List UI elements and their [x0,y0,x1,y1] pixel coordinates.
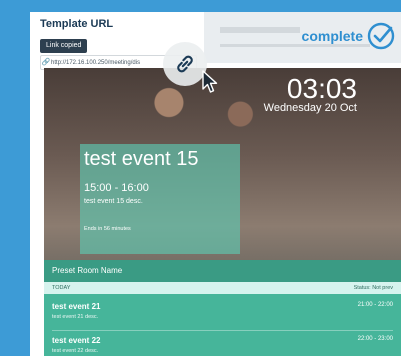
mouse-cursor-icon [202,70,218,93]
link-copied-badge: Link copied [40,39,88,53]
template-url-text: http://172.16.100.250/meeting/dis [51,60,141,66]
link-icon [177,55,193,73]
today-bar: TODAY Status: Not prev [44,282,401,294]
current-event-title: test event 15 [84,148,199,170]
room-name-bar: Preset Room Name [44,260,401,282]
clock-time: 03:03 [286,73,357,104]
current-event-ends: Ends in 56 minutes [84,226,131,232]
event-title: test event 21 [52,302,101,311]
today-label: TODAY [52,285,71,291]
current-event-card: test event 15 15:00 - 16:00 test event 1… [80,144,240,254]
signage-preview: 03:03 Wednesday 20 Oct test event 15 15:… [44,68,401,356]
panel-title: Template URL [40,18,114,30]
event-desc: test event 21 desc. [52,314,99,320]
check-circle-icon [367,22,395,50]
complete-label: complete [301,28,363,44]
event-time: 21:00 - 22:00 [357,302,393,308]
current-event-desc: test event 15 desc. [84,198,143,205]
event-desc: test event 22 desc. [52,348,99,354]
event-time: 22:00 - 23:00 [357,336,393,342]
clock-date: Wednesday 20 Oct [263,102,357,114]
current-event-time: 15:00 - 16:00 [84,182,149,194]
list-item: test event 21 test event 21 desc. 21:00 … [52,302,393,320]
status-label: Status: Not prev [353,285,393,291]
list-item: test event 22 test event 22 desc. 22:00 … [52,336,393,354]
event-list: test event 21 test event 21 desc. 21:00 … [44,294,401,356]
divider [52,330,393,331]
complete-status: complete [302,22,395,50]
placeholder-line [220,27,300,33]
event-title: test event 22 [52,336,101,345]
